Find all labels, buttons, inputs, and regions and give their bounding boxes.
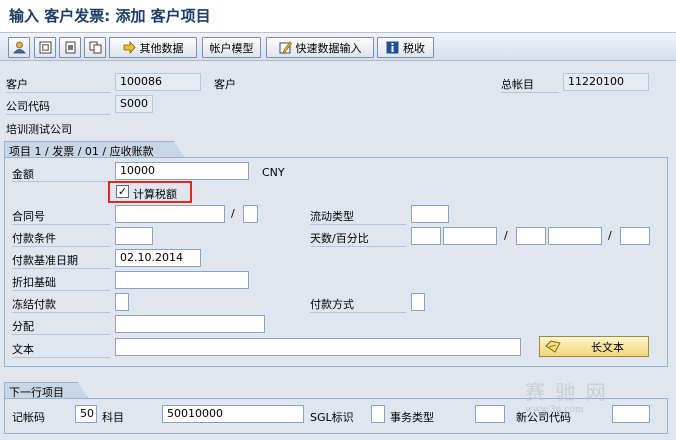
watermark-logo: 赛 驰 网 www.3u.com (525, 376, 608, 415)
contract-type-field[interactable] (243, 205, 258, 223)
amount-label: 金额 (12, 168, 34, 181)
customer-field[interactable]: 100086 (115, 73, 201, 91)
company-code-underline (6, 114, 110, 115)
block-payment-underline (12, 312, 110, 313)
calc-tax-label: 计算税额 (133, 188, 177, 201)
info-icon (386, 41, 399, 54)
company-code-field[interactable]: S000 (115, 95, 153, 113)
amount-underline (12, 181, 110, 182)
contract-label: 合同号 (12, 210, 45, 223)
picture-button[interactable] (34, 37, 56, 58)
discount-base-underline (12, 290, 110, 291)
transaction-type-field[interactable] (475, 405, 505, 423)
window-title: 输入 客户发票: 添加 客户项目 (9, 7, 211, 25)
contract-field[interactable] (115, 205, 225, 223)
tax-button[interactable]: 税收 (377, 37, 434, 58)
text-label: 文本 (12, 343, 34, 356)
copy-icon (89, 41, 101, 54)
customer-label: 客户 (6, 78, 28, 91)
other-data-button[interactable]: 其他数据 (109, 37, 197, 58)
payment-method-label: 付款方式 (310, 298, 354, 311)
copy-button[interactable] (84, 37, 106, 58)
title-bar: 输入 客户发票: 添加 客户项目 (0, 0, 676, 33)
pct1-field[interactable] (443, 227, 497, 245)
baseline-date-label: 付款基准日期 (12, 254, 78, 267)
account-model-button[interactable]: 帐户模型 (202, 37, 261, 58)
contract-separator: / (231, 207, 235, 220)
pct2-field[interactable] (548, 227, 602, 245)
currency-label: CNY (262, 166, 285, 179)
watermark-url: www.3u.com (525, 405, 584, 415)
fast-entry-button[interactable]: 快速数据输入 (266, 37, 374, 58)
user-icon (12, 41, 26, 54)
days2-field[interactable] (516, 227, 546, 245)
item-group-tab: 项目 1 / 发票 / 01 / 应收账款 (4, 141, 184, 157)
baseline-date-underline (12, 268, 110, 269)
payment-terms-field[interactable] (115, 227, 153, 245)
application-toolbar: 其他数据 帐户模型 快速数据输入 税收 (0, 33, 676, 61)
days-pct-underline (310, 246, 406, 247)
fast-entry-label: 快速数据输入 (295, 41, 362, 55)
payment-method-field[interactable] (411, 293, 425, 311)
picture-icon (39, 41, 51, 54)
other-data-label: 其他数据 (139, 41, 184, 55)
gl-account-field[interactable]: 11220100 (563, 73, 649, 91)
text-underline (12, 357, 110, 358)
posting-key-field[interactable]: 50 (75, 405, 97, 423)
days-separator-1: / (504, 229, 508, 242)
amount-field[interactable]: 10000 (115, 162, 249, 180)
watermark-text: 赛 驰 网 (525, 380, 608, 404)
days-pct-label: 天数/百分比 (310, 232, 369, 245)
new-company-code-field[interactable] (612, 405, 650, 423)
arrow-right-icon (123, 41, 136, 54)
discount-base-label: 折扣基础 (12, 276, 56, 289)
baseline-date-field[interactable]: 02.10.2014 (115, 249, 201, 267)
days3-field[interactable] (620, 227, 650, 245)
flow-type-label: 流动类型 (310, 210, 354, 223)
posting-key-label: 记帐码 (12, 411, 45, 424)
long-text-button[interactable]: 长文本 (539, 336, 649, 357)
account-model-label: 帐户模型 (209, 41, 254, 55)
assignment-label: 分配 (12, 320, 34, 333)
document-icon (65, 41, 75, 54)
payment-terms-label: 付款条件 (12, 232, 56, 245)
company-name: 培训测试公司 (6, 123, 72, 136)
flow-type-field[interactable] (411, 205, 449, 223)
block-payment-label: 冻结付款 (12, 298, 56, 311)
next-item-group-tab: 下一行项目 (4, 382, 88, 398)
discount-base-field[interactable] (115, 271, 249, 289)
sgl-label: SGL标识 (310, 411, 354, 424)
gl-account-label: 总帐目 (501, 78, 534, 91)
payment-terms-underline (12, 246, 110, 247)
user-button[interactable] (8, 37, 30, 58)
flow-type-underline (310, 224, 406, 225)
transaction-type-label: 事务类型 (390, 411, 434, 424)
sgl-field[interactable] (371, 405, 385, 423)
assignment-underline (12, 334, 110, 335)
payment-method-underline (310, 312, 406, 313)
company-code-label: 公司代码 (6, 100, 50, 113)
contract-underline (12, 224, 110, 225)
account-field[interactable]: 50010000 (162, 405, 304, 423)
customer-label-underline (6, 92, 110, 93)
block-payment-field[interactable] (115, 293, 129, 311)
days1-field[interactable] (411, 227, 441, 245)
gl-label-underline (501, 92, 559, 93)
days-separator-2: / (608, 229, 612, 242)
edit-icon (279, 41, 292, 54)
text-field[interactable] (115, 338, 521, 356)
calc-tax-checkbox[interactable]: ✓ (116, 185, 129, 198)
pencil-note-icon (545, 340, 561, 353)
account-label: 科目 (102, 411, 124, 424)
document-button[interactable] (59, 37, 81, 58)
assignment-field[interactable] (115, 315, 265, 333)
customer-name-label: 客户 (214, 78, 236, 91)
tax-label: 税收 (403, 41, 425, 55)
long-text-label: 长文本 (591, 340, 624, 354)
